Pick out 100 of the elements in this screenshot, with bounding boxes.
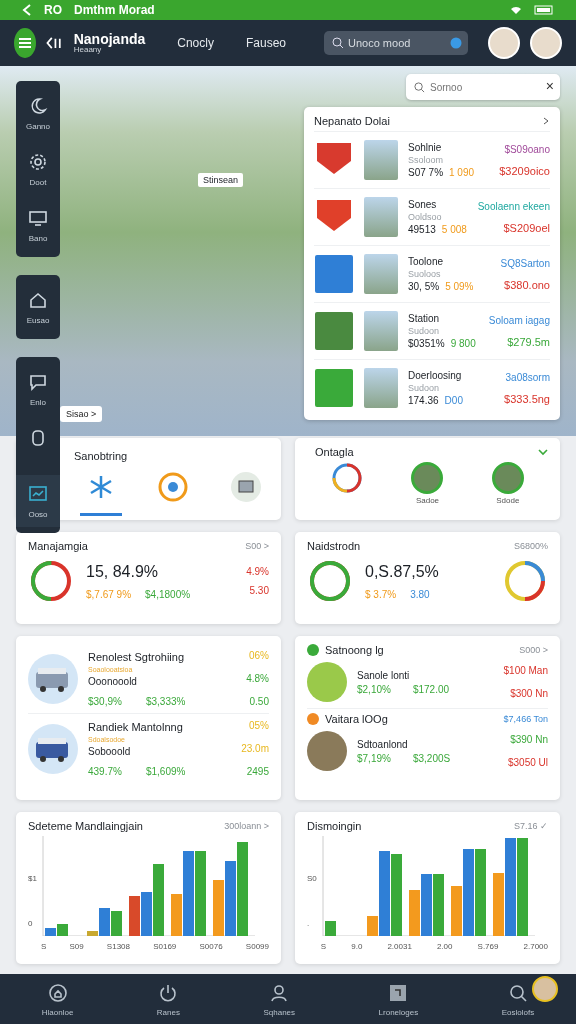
search-icon [414, 82, 425, 93]
chart-bar [408, 890, 420, 936]
stat-value: 0,S.87,5% [365, 562, 439, 581]
card-link[interactable]: S00 > [245, 541, 269, 551]
photo-placeholder [364, 197, 398, 237]
photo-placeholder [491, 462, 524, 494]
nav-link[interactable]: Fauseo [245, 36, 286, 50]
axis-label: S09 [69, 942, 84, 951]
nav-link[interactable]: Cnocly [177, 36, 214, 50]
axis-label: 0 [28, 919, 34, 928]
stat-detail: 3.80 [410, 588, 430, 600]
search-field[interactable]: Unoco mood [324, 31, 468, 55]
globe-icon [450, 37, 462, 49]
photo-placeholder [364, 368, 398, 408]
item-title: Doerloosing [408, 370, 463, 381]
item-label: Soloam iagag [488, 314, 550, 326]
item-subtitle: Sudoon [408, 326, 441, 336]
section-link[interactable]: S000 > [519, 645, 548, 655]
deal-title: Sdtoanlond [357, 738, 409, 750]
item-label: Soolaenn ekeen [477, 200, 550, 212]
nav-tab[interactable]: Ranes [154, 979, 182, 1019]
photo-placeholder [364, 311, 398, 351]
deal-price: $3050 Ul [507, 757, 548, 768]
chart-bar [212, 880, 224, 936]
photo-placeholder [411, 462, 444, 494]
card-title: Naidstrodn [307, 540, 361, 552]
item-subtitle: Suoloos [408, 269, 442, 279]
deal-value: $172.00 [412, 683, 450, 695]
service-rate: 2495 [246, 766, 269, 777]
item-price: $333.5ng [504, 392, 550, 405]
status-title: Dmthm Morad [74, 3, 155, 17]
place-label: Sadoe [415, 496, 440, 505]
stat-change: 4.9% [246, 566, 269, 577]
axis-label: S1308 [106, 942, 130, 951]
card-title: Sanobtring [73, 450, 128, 462]
item-label: $S09oano [504, 143, 550, 155]
avatar[interactable] [532, 976, 558, 1002]
back-icon[interactable] [22, 4, 32, 16]
nav-tab[interactable]: Eoslolofs [499, 979, 537, 1019]
item-change: 5 09% [445, 281, 474, 292]
chevron-icon[interactable] [542, 117, 550, 125]
photo-placeholder [314, 311, 354, 351]
sidebar-item[interactable]: Ooso [16, 475, 60, 527]
deal-value: $7,19% [357, 752, 391, 764]
photo-placeholder [364, 140, 398, 180]
sidebar-item[interactable]: Eusao [16, 281, 60, 333]
service-value: 439.7% [88, 765, 122, 777]
item-title: Sohlnie [408, 142, 443, 153]
menu-button[interactable] [14, 28, 36, 58]
card-title: Manajamgia [28, 540, 88, 552]
card-link[interactable]: 300loann > [224, 821, 269, 831]
nav-tab[interactable]: Lroneloges [376, 979, 421, 1019]
axis-label: S [320, 942, 327, 951]
photo-placeholder [364, 254, 398, 294]
chevron-icon[interactable] [538, 448, 548, 456]
donut-chart [307, 558, 353, 604]
chart-bar [420, 874, 432, 936]
deal-title: Sanole lonti [357, 669, 411, 681]
axis-label: S0 [307, 874, 317, 883]
item-value: 174.36 [408, 395, 439, 406]
card-title: Nepanato Dolai [314, 115, 390, 127]
ring-chart-icon [331, 462, 364, 494]
sidebar-item[interactable]: Doot [16, 143, 60, 195]
card-link[interactable]: S7.16 ✓ [513, 821, 548, 831]
section-title: Vaitara lOOg [325, 713, 388, 725]
gear-icon [27, 151, 49, 173]
nav-tab[interactable]: Hlaonloe [39, 979, 76, 1019]
item-title: Station [408, 313, 441, 324]
sidebar-item[interactable]: Enlo [16, 363, 60, 415]
item-change: 9 800 [450, 338, 476, 349]
carrier-text: RO [44, 3, 62, 17]
axis-label: 2.00 [436, 942, 453, 951]
donut-chart [28, 558, 74, 604]
map-label: Stinsean [198, 173, 244, 187]
home-icon [46, 981, 69, 1004]
card-title: Ontagla [314, 446, 354, 458]
map-link[interactable]: Sisao > [60, 406, 103, 422]
item-value: 49513 [408, 224, 436, 235]
asterisk-icon [88, 474, 114, 500]
deal-value: $3,200S [412, 752, 451, 764]
service-value: $1,609% [145, 765, 186, 777]
close-button[interactable]: × [545, 79, 554, 93]
card-title: Sdeteme Mandlaingjain [28, 820, 143, 832]
chart-bar [110, 911, 122, 936]
service-value: $3,333% [145, 695, 186, 707]
sidebar-item[interactable]: Bano [16, 199, 60, 251]
deal-value: $2,10% [357, 683, 391, 695]
card-link[interactable]: S6800% [513, 541, 548, 551]
photo-placeholder [307, 731, 347, 771]
axis-label: S0076 [199, 942, 223, 951]
search-icon [332, 37, 344, 49]
deal-price: $300 Nn [510, 688, 548, 699]
sidebar-item[interactable]: Ganno [16, 87, 60, 139]
badge-icon [314, 368, 354, 408]
section-link[interactable]: $7,466 Ton [503, 714, 548, 724]
item-price: $S209oel [503, 221, 550, 234]
service-value: $30,9% [88, 695, 122, 707]
service-subtitle: Ooonooold [88, 675, 138, 687]
nav-tab[interactable]: Sqhanes [261, 979, 298, 1019]
app-subtitle: Heaany [73, 46, 102, 54]
